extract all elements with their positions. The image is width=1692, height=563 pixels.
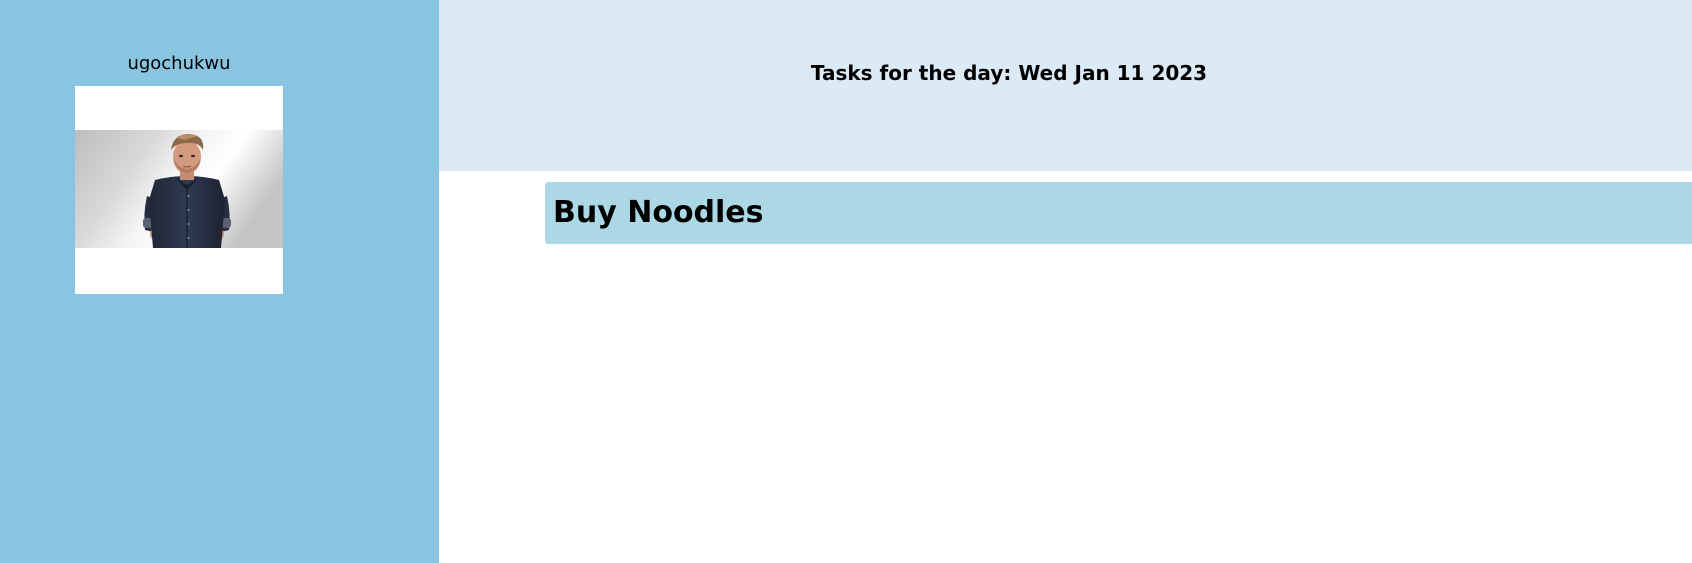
username-label: ugochukwu xyxy=(127,53,231,74)
task-text: Buy Noodles xyxy=(553,195,764,230)
profile-sidebar: ugochukwu xyxy=(0,0,439,563)
app-root: ugochukwu Tasks for the day: Wed Jan 11 … xyxy=(0,0,1692,563)
task-list: Buy Noodles xyxy=(545,182,1692,244)
avatar xyxy=(75,86,283,294)
task-item[interactable]: Buy Noodles xyxy=(545,182,1692,244)
avatar-photo-icon xyxy=(75,130,283,248)
page-title: Tasks for the day: Wed Jan 11 2023 xyxy=(810,61,1208,85)
page-header: Tasks for the day: Wed Jan 11 2023 xyxy=(439,0,1692,171)
